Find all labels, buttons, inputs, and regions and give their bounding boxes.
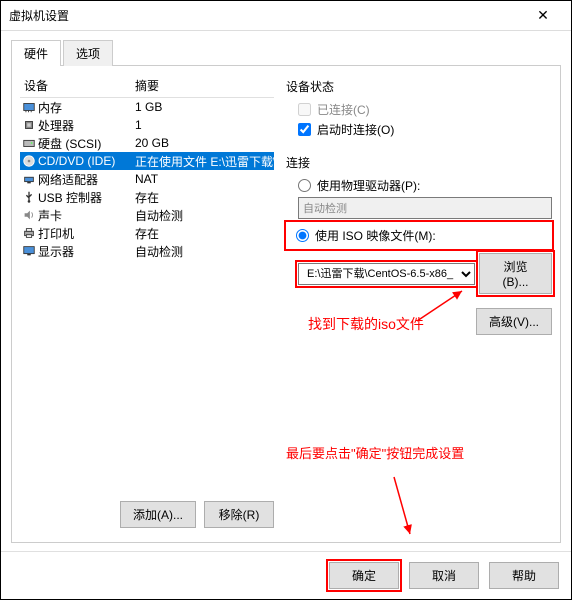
device-summary: 存在 bbox=[135, 189, 274, 206]
poweron-checkbox-row: 启动时连接(O) bbox=[298, 121, 552, 138]
printer-icon bbox=[20, 226, 38, 240]
physical-label: 使用物理驱动器(P): bbox=[317, 177, 420, 194]
device-row[interactable]: 内存 1 GB bbox=[20, 98, 274, 116]
device-row[interactable]: USB 控制器 存在 bbox=[20, 188, 274, 206]
disk-icon bbox=[20, 136, 38, 150]
device-row[interactable]: 显示器 自动检测 bbox=[20, 242, 274, 260]
connected-label: 已连接(C) bbox=[317, 101, 370, 118]
device-summary: 存在 bbox=[135, 225, 274, 242]
footer: 确定 取消 帮助 bbox=[1, 551, 571, 599]
tab-bar: 硬件 选项 bbox=[11, 39, 561, 66]
content-area: 硬件 选项 设备 摘要 内存 1 GB 处理器 bbox=[1, 31, 571, 551]
cpu-icon bbox=[20, 118, 38, 132]
device-row[interactable]: 声卡 自动检测 bbox=[20, 206, 274, 224]
tab-options[interactable]: 选项 bbox=[63, 40, 113, 66]
device-summary: NAT bbox=[135, 172, 274, 186]
poweron-label: 启动时连接(O) bbox=[317, 121, 394, 138]
network-icon bbox=[20, 172, 38, 186]
device-summary: 自动检测 bbox=[135, 243, 274, 260]
display-icon bbox=[20, 244, 38, 258]
remove-button[interactable]: 移除(R) bbox=[204, 501, 274, 528]
device-summary: 1 bbox=[135, 118, 274, 132]
device-summary: 1 GB bbox=[135, 100, 274, 114]
annotation-find-iso: 找到下载的iso文件 bbox=[308, 314, 424, 334]
cd-icon bbox=[20, 154, 38, 168]
close-icon[interactable]: ✕ bbox=[523, 7, 563, 24]
ok-button[interactable]: 确定 bbox=[329, 562, 399, 589]
left-buttons: 添加(A)... 移除(R) bbox=[20, 495, 274, 534]
tab-hardware[interactable]: 硬件 bbox=[11, 40, 61, 66]
iso-combo-row: E:\迅雷下载\CentOS-6.5-x86_ 浏览(B)... bbox=[298, 253, 552, 294]
physical-combo[interactable]: 自动检测 bbox=[298, 197, 552, 219]
device-name: 处理器 bbox=[38, 117, 135, 134]
left-pane: 设备 摘要 内存 1 GB 处理器 1 bbox=[12, 66, 282, 542]
physical-combo-row: 自动检测 bbox=[298, 197, 552, 219]
col-summary: 摘要 bbox=[135, 77, 274, 94]
device-summary: 20 GB bbox=[135, 136, 274, 150]
iso-radio-group: 使用 ISO 映像文件(M): bbox=[286, 222, 552, 249]
cancel-button[interactable]: 取消 bbox=[409, 562, 479, 589]
usb-icon bbox=[20, 190, 38, 204]
connected-checkbox[interactable] bbox=[298, 103, 311, 116]
physical-radio-row: 使用物理驱动器(P): bbox=[298, 177, 552, 194]
device-name: 声卡 bbox=[38, 207, 135, 224]
arrow-icon bbox=[382, 472, 422, 542]
advanced-button[interactable]: 高级(V)... bbox=[476, 308, 552, 335]
main-area: 设备 摘要 内存 1 GB 处理器 1 bbox=[11, 66, 561, 543]
help-button[interactable]: 帮助 bbox=[489, 562, 559, 589]
dialog-window: 虚拟机设置 ✕ 硬件 选项 设备 摘要 内存 1 GB bbox=[0, 0, 572, 600]
add-button[interactable]: 添加(A)... bbox=[120, 501, 196, 528]
iso-radio[interactable] bbox=[296, 229, 309, 242]
device-name: 内存 bbox=[38, 99, 135, 116]
device-name: 打印机 bbox=[38, 225, 135, 242]
device-list[interactable]: 内存 1 GB 处理器 1 硬盘 (SCSI) 20 GB bbox=[20, 98, 274, 495]
col-device: 设备 bbox=[20, 77, 135, 94]
device-row[interactable]: 处理器 1 bbox=[20, 116, 274, 134]
iso-label: 使用 ISO 映像文件(M): bbox=[315, 227, 436, 244]
annotation-click-ok: 最后要点击"确定"按钮完成设置 bbox=[286, 443, 464, 462]
connect-label: 连接 bbox=[286, 154, 552, 171]
device-row[interactable]: 网络适配器 NAT bbox=[20, 170, 274, 188]
iso-combo[interactable]: E:\迅雷下载\CentOS-6.5-x86_ bbox=[298, 263, 475, 285]
device-summary: 自动检测 bbox=[135, 207, 274, 224]
table-header: 设备 摘要 bbox=[20, 74, 274, 98]
device-row[interactable]: CD/DVD (IDE) 正在使用文件 E:\迅雷下载\C... bbox=[20, 152, 274, 170]
device-name: 硬盘 (SCSI) bbox=[38, 135, 135, 152]
device-name: CD/DVD (IDE) bbox=[38, 154, 135, 168]
right-pane: 设备状态 已连接(C) 启动时连接(O) 连接 使用物理驱动器(P): 自动检测 bbox=[282, 66, 560, 542]
window-title: 虚拟机设置 bbox=[9, 7, 523, 24]
physical-radio[interactable] bbox=[298, 179, 311, 192]
device-name: 显示器 bbox=[38, 243, 135, 260]
device-row[interactable]: 硬盘 (SCSI) 20 GB bbox=[20, 134, 274, 152]
poweron-checkbox[interactable] bbox=[298, 123, 311, 136]
browse-button[interactable]: 浏览(B)... bbox=[479, 253, 552, 294]
status-label: 设备状态 bbox=[286, 78, 552, 95]
sound-icon bbox=[20, 208, 38, 222]
connected-checkbox-row: 已连接(C) bbox=[298, 101, 552, 118]
titlebar: 虚拟机设置 ✕ bbox=[1, 1, 571, 31]
iso-radio-row: 使用 ISO 映像文件(M): bbox=[296, 227, 550, 244]
device-name: USB 控制器 bbox=[38, 189, 135, 206]
device-name: 网络适配器 bbox=[38, 171, 135, 188]
device-row[interactable]: 打印机 存在 bbox=[20, 224, 274, 242]
memory-icon bbox=[20, 100, 38, 114]
device-summary: 正在使用文件 E:\迅雷下载\C... bbox=[135, 153, 274, 170]
